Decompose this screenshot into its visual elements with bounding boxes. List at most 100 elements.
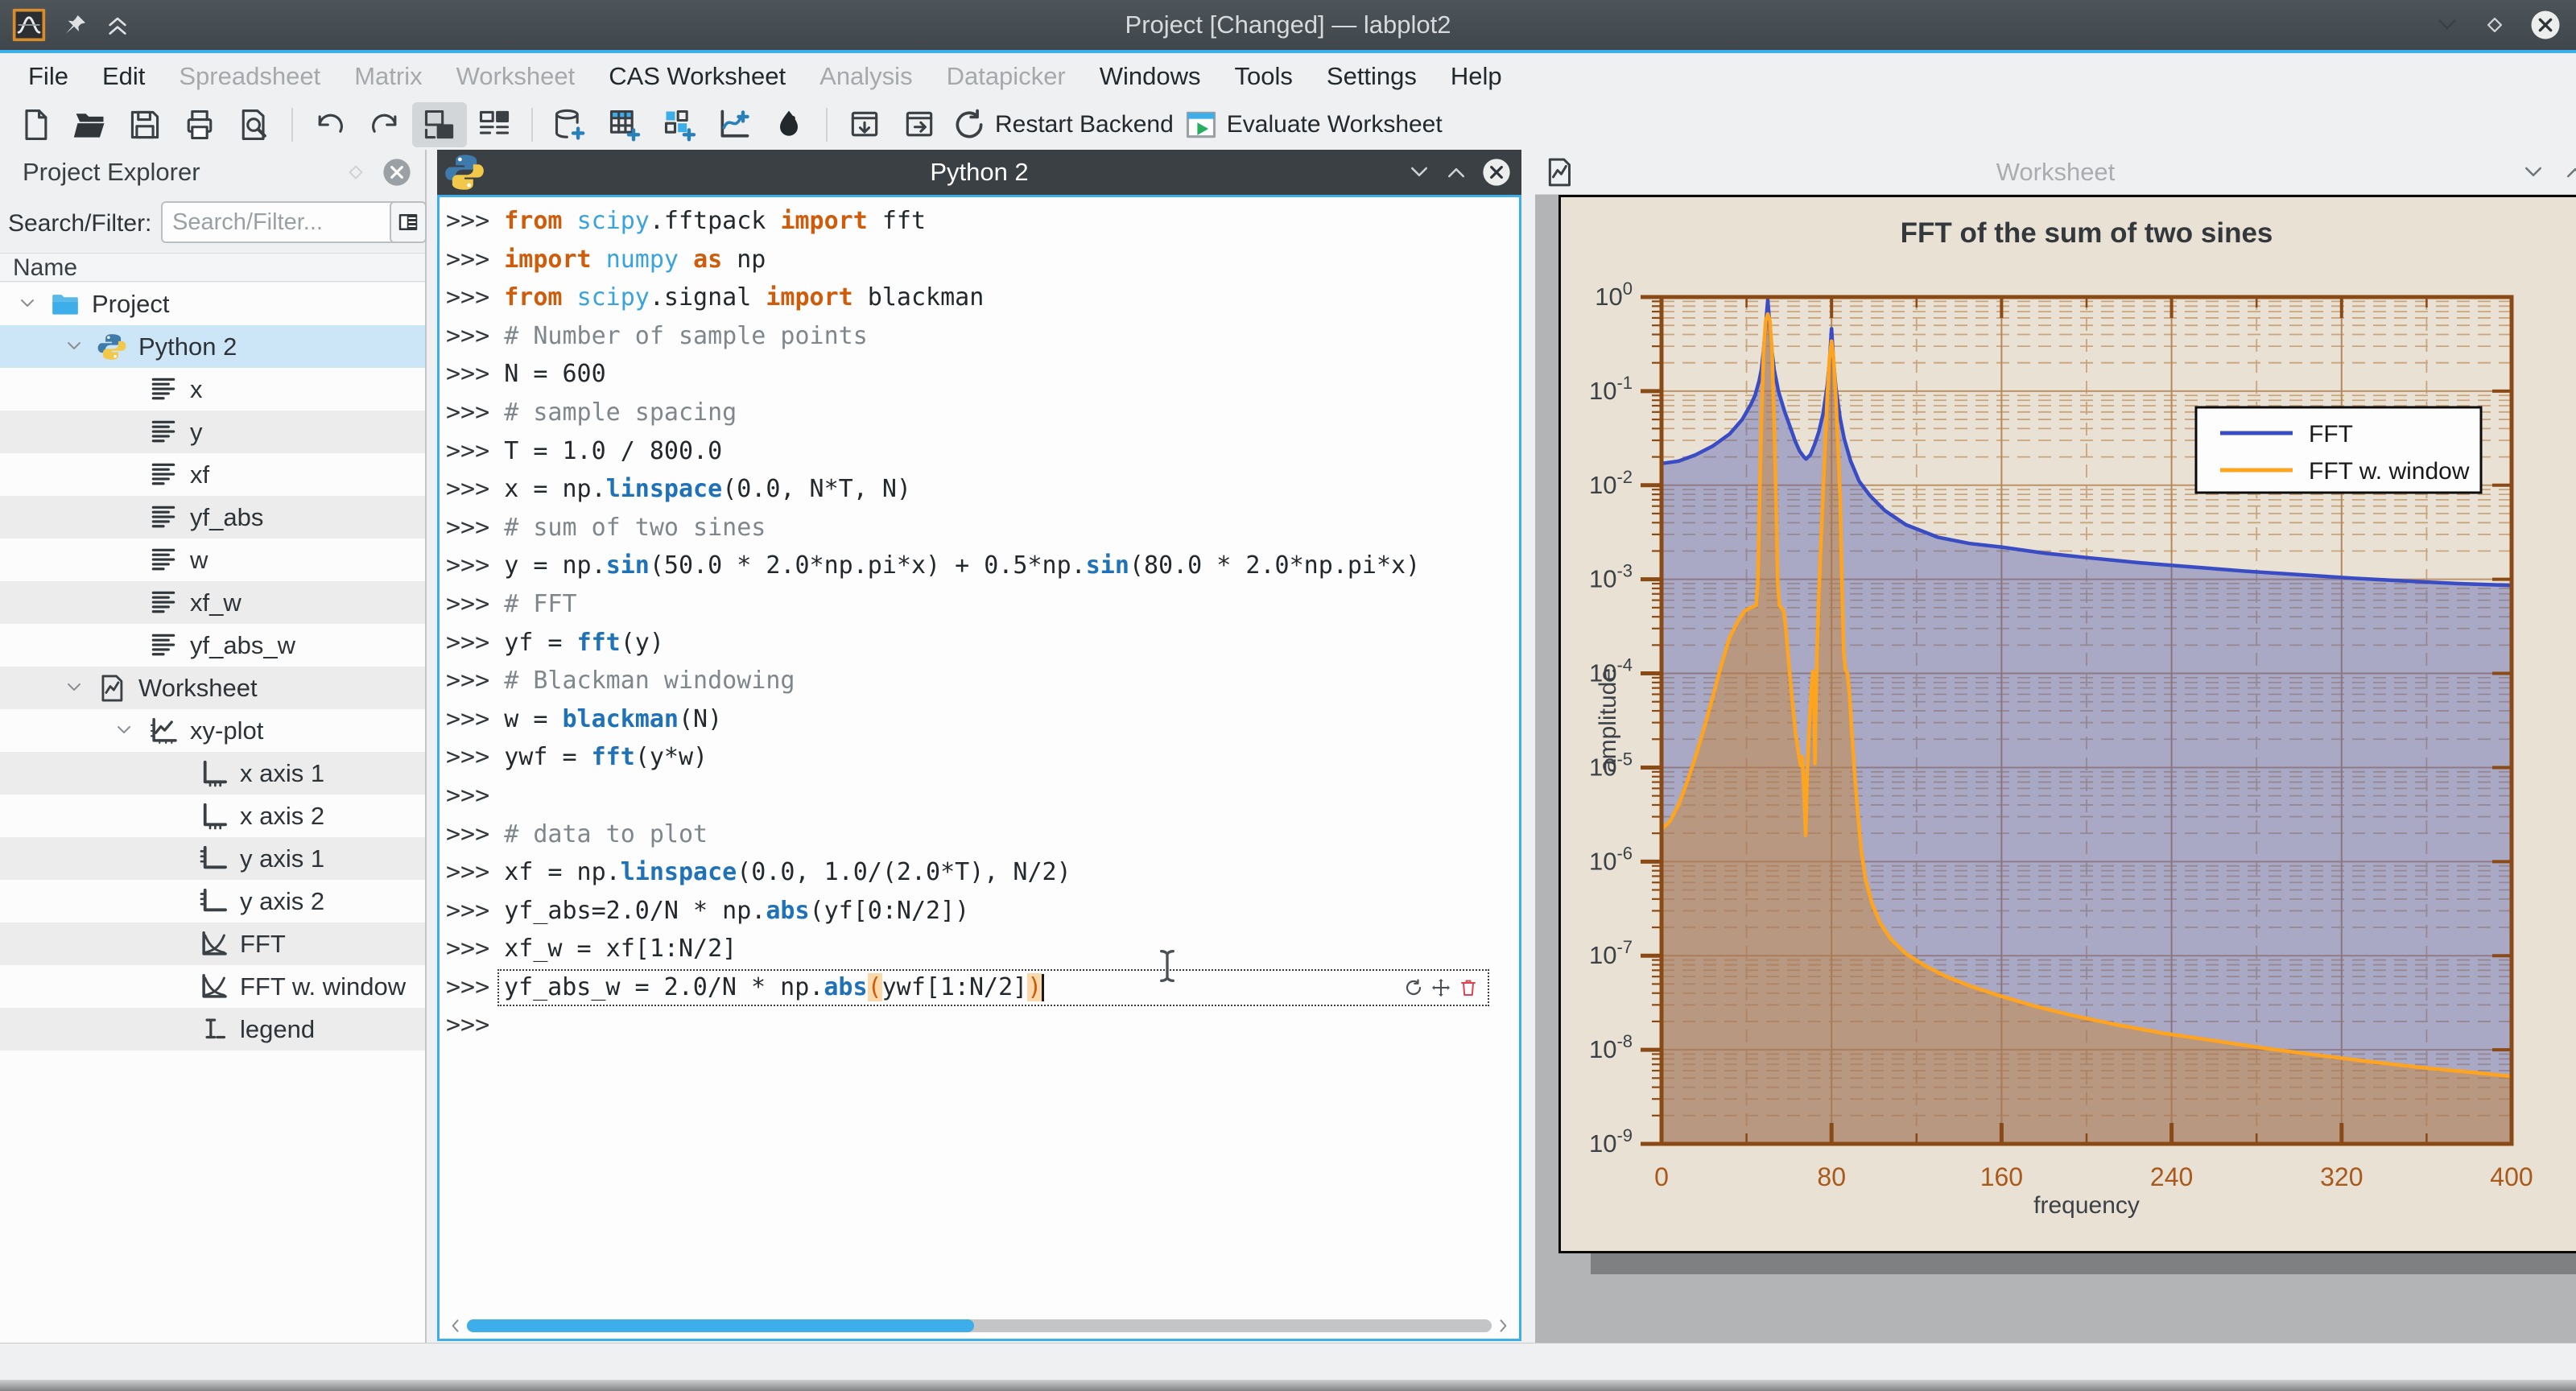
menu-item-edit[interactable]: Edit [85, 62, 162, 91]
delete-command-icon[interactable] [1459, 978, 1478, 997]
toolbar-window-export-button[interactable] [892, 102, 947, 147]
worksheet-minimize-icon[interactable] [2521, 160, 2545, 184]
console-line[interactable]: >>> # sample spacing [446, 394, 1519, 432]
horizontal-scrollbar[interactable] [467, 1319, 1492, 1332]
tree-column-header[interactable]: Name [0, 253, 425, 282]
menu-item-settings[interactable]: Settings [1310, 62, 1434, 91]
tree-item-legend[interactable]: legend [0, 1008, 425, 1050]
tree-item-yf-abs[interactable]: yf_abs [0, 496, 425, 539]
console-code-area[interactable]: >>> from scipy.fftpack import fft>>> imp… [440, 197, 1519, 1339]
console-maximize-icon[interactable] [1444, 160, 1468, 184]
active-command-box[interactable]: yf_abs_w = 2.0/N * np.abs(ywf[1:N/2]) [497, 969, 1489, 1006]
code-segment: sin [1086, 551, 1129, 580]
toolbar-new-file-button[interactable] [8, 102, 63, 147]
expander-icon[interactable] [64, 678, 84, 697]
toolbar-new-matrix-button[interactable] [652, 102, 707, 147]
tree-item-y-axis-1[interactable]: y axis 1 [0, 837, 425, 880]
worksheet-titlebar[interactable]: Worksheet [1535, 150, 2576, 195]
console-titlebar[interactable]: Python 2 [437, 150, 1521, 195]
worksheet-paper[interactable]: FFT of the sum of two sines10010-110-210… [1558, 195, 2576, 1253]
console-line[interactable]: >>> # FFT [446, 585, 1519, 624]
toolbar-new-spreadsheet-button[interactable] [597, 102, 652, 147]
menu-item-file[interactable]: File [11, 62, 85, 91]
console-line[interactable]: >>> xf = np.linspace(0.0, 1.0/(2.0*T), N… [446, 853, 1519, 892]
console-line[interactable]: >>> import numpy as np [446, 241, 1519, 279]
tree-item-x-axis-1[interactable]: x axis 1 [0, 752, 425, 795]
console-line[interactable]: >>> from scipy.signal import blackman [446, 279, 1519, 317]
expander-icon[interactable] [114, 720, 134, 740]
toolbar-window-import-button[interactable] [837, 102, 892, 147]
console-line[interactable]: >>> y = np.sin(50.0 * 2.0*np.pi*x) + 0.5… [446, 547, 1519, 585]
toolbar-evaluate-worksheet-button[interactable]: Evaluate Worksheet [1179, 102, 1447, 147]
search-filter-input[interactable] [161, 201, 399, 243]
filter-options-button[interactable] [390, 201, 427, 243]
toolbar-color-droplet-button[interactable] [762, 102, 816, 147]
toolbar-redo-button[interactable] [357, 102, 412, 147]
console-body[interactable]: >>> from scipy.fftpack import fft>>> imp… [437, 195, 1521, 1341]
menu-item-tools[interactable]: Tools [1218, 62, 1310, 91]
toolbar-save-button[interactable] [118, 102, 172, 147]
toolbar-undo-button[interactable] [303, 102, 357, 147]
console-line[interactable]: >>> yf_abs_w = 2.0/N * np.abs(ywf[1:N/2]… [446, 968, 1519, 1007]
console-line[interactable]: >>> # sum of two sines [446, 509, 1519, 547]
tree-item-x-axis-2[interactable]: x axis 2 [0, 795, 425, 837]
scroll-right-icon[interactable] [1495, 1318, 1511, 1334]
console-line[interactable]: >>> xf_w = xf[1:N/2] [446, 930, 1519, 968]
console-line[interactable]: >>> [446, 1006, 1519, 1045]
toolbar-cascade-windows-button[interactable] [412, 102, 467, 147]
chart-legend[interactable]: FFTFFT w. window [2196, 407, 2481, 493]
console-line[interactable]: >>> x = np.linspace(0.0, N*T, N) [446, 470, 1519, 509]
console-line[interactable]: >>> yf = fft(y) [446, 624, 1519, 662]
toolbar-new-datasource-button[interactable] [543, 102, 597, 147]
close-panel-icon[interactable] [382, 157, 412, 188]
console-line[interactable]: >>> ywf = fft(y*w) [446, 738, 1519, 777]
toolbar-print-preview-button[interactable] [227, 102, 282, 147]
tree-item-python-2[interactable]: Python 2 [0, 325, 425, 368]
fft-plot[interactable]: FFT of the sum of two sines10010-110-210… [1561, 197, 2576, 1246]
menu-item-windows[interactable]: Windows [1083, 62, 1218, 91]
console-line[interactable]: >>> T = 1.0 / 800.0 [446, 432, 1519, 471]
toolbar-open-folder-button[interactable] [63, 102, 118, 147]
console-line[interactable]: >>> w = blackman(N) [446, 700, 1519, 739]
tree-item-xy-plot[interactable]: xy-plot [0, 709, 425, 752]
rerun-command-icon[interactable] [1404, 978, 1423, 997]
console-line[interactable]: >>> # Blackman windowing [446, 662, 1519, 700]
tree-item-project[interactable]: Project [0, 283, 425, 325]
expander-icon[interactable] [18, 294, 37, 313]
expander-icon[interactable] [64, 336, 84, 356]
tree-item-x[interactable]: x [0, 368, 425, 411]
maximize-icon[interactable] [2483, 13, 2507, 37]
menu-item-help[interactable]: Help [1434, 62, 1519, 91]
console-line[interactable]: >>> [446, 777, 1519, 815]
tree-item-fft[interactable]: FFT [0, 923, 425, 965]
tree-item-yf-abs-w[interactable]: yf_abs_w [0, 624, 425, 667]
toolbar-restart-backend-button[interactable]: Restart Backend [947, 102, 1179, 147]
toolbar-new-worksheet-button[interactable] [707, 102, 762, 147]
tree-item-w[interactable]: w [0, 539, 425, 581]
toolbar-tile-windows-button[interactable] [467, 102, 522, 147]
console-minimize-icon[interactable] [1407, 160, 1431, 184]
console-line[interactable]: >>> from scipy.fftpack import fft [446, 202, 1519, 241]
console-line[interactable]: >>> # data to plot [446, 815, 1519, 854]
close-icon[interactable] [2529, 9, 2562, 41]
minimize-icon[interactable] [2434, 12, 2460, 38]
console-line[interactable]: >>> # Number of sample points [446, 317, 1519, 356]
menu-item-cas-worksheet[interactable]: CAS Worksheet [592, 62, 803, 91]
scroll-left-icon[interactable] [448, 1318, 464, 1334]
tree-item-y-axis-2[interactable]: y axis 2 [0, 880, 425, 923]
tree-item-xf[interactable]: xf [0, 453, 425, 496]
scrollbar-thumb[interactable] [467, 1319, 974, 1332]
toolbar-print-button[interactable] [172, 102, 227, 147]
tree-item-worksheet[interactable]: Worksheet [0, 667, 425, 709]
tree-item-y[interactable]: y [0, 411, 425, 453]
tree-item-xf-w[interactable]: xf_w [0, 581, 425, 624]
console-line[interactable]: >>> yf_abs=2.0/N * np.abs(yf[0:N/2]) [446, 892, 1519, 931]
float-panel-icon[interactable] [345, 161, 367, 184]
console-line[interactable]: >>> N = 600 [446, 355, 1519, 394]
move-command-icon[interactable] [1431, 978, 1451, 997]
code-segment [563, 207, 577, 235]
tree-item-fft-w-window[interactable]: FFT w. window [0, 965, 425, 1008]
console-close-icon[interactable] [1481, 157, 1512, 188]
worksheet-maximize-icon[interactable] [2563, 160, 2576, 184]
worksheet-canvas[interactable]: FFT of the sum of two sines10010-110-210… [1535, 195, 2576, 1344]
